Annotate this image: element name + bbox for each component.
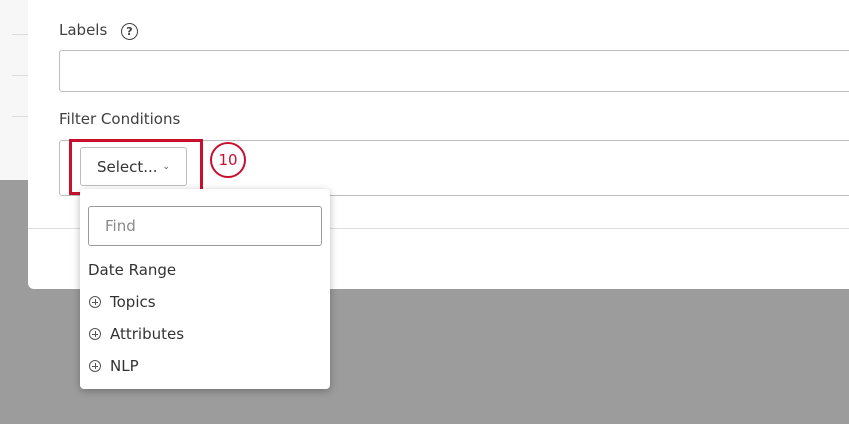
background-page-strip	[0, 0, 28, 180]
menu-item-date-range[interactable]: Date Range	[88, 261, 176, 279]
background-divider	[12, 116, 28, 117]
labels-input[interactable]	[59, 50, 849, 92]
labels-label: Labels	[59, 21, 108, 39]
filter-conditions-label: Filter Conditions	[59, 110, 181, 128]
filter-dropdown-menu: Date Range Topics Attributes NLP	[80, 189, 330, 389]
find-input[interactable]	[88, 206, 322, 246]
annotation-highlight-box	[69, 139, 203, 195]
menu-item-label: Attributes	[110, 325, 185, 343]
background-divider	[12, 75, 28, 76]
plus-circle-icon	[89, 328, 101, 340]
plus-circle-icon	[89, 360, 101, 372]
step-number-badge: 10	[210, 142, 246, 178]
menu-item-label: NLP	[110, 357, 139, 375]
menu-item-nlp[interactable]: NLP	[88, 357, 139, 375]
menu-item-attributes[interactable]: Attributes	[88, 325, 184, 343]
help-icon[interactable]: ?	[121, 23, 138, 40]
menu-item-label: Date Range	[88, 261, 177, 279]
menu-item-topics[interactable]: Topics	[88, 293, 156, 311]
plus-circle-icon	[89, 296, 101, 308]
menu-item-label: Topics	[110, 293, 156, 311]
background-divider	[12, 34, 28, 35]
